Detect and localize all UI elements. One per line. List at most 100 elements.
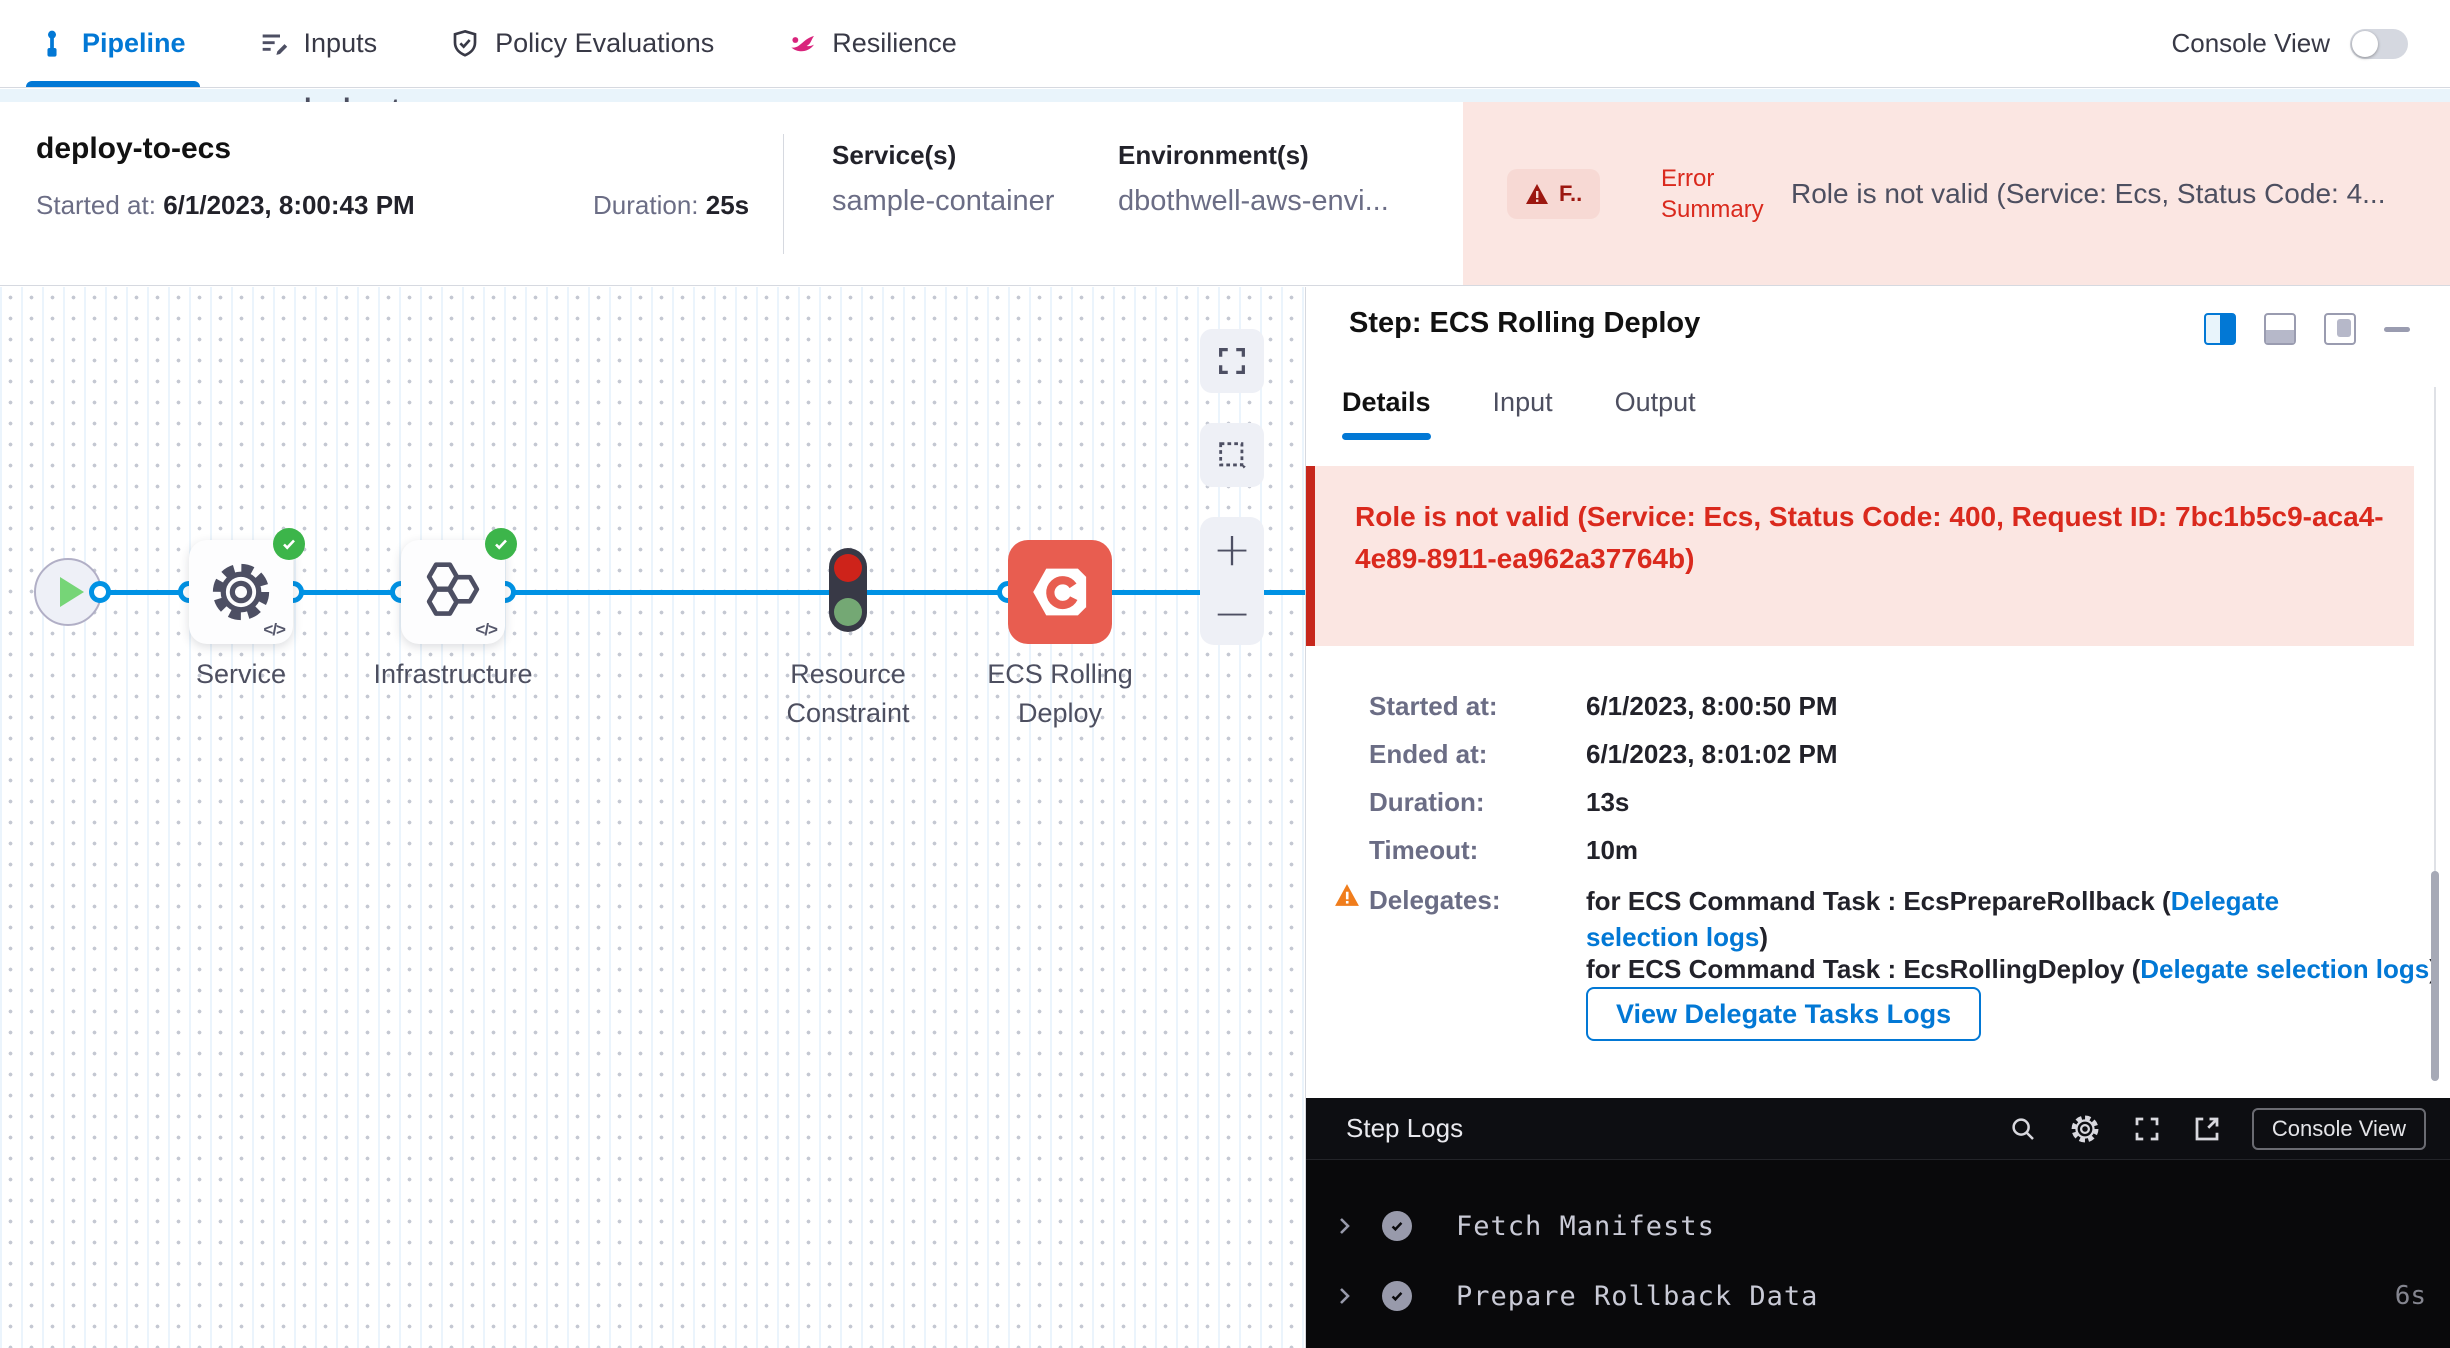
fullscreen-icon [1215, 344, 1249, 378]
layout-bottom-panel-button[interactable] [2264, 313, 2296, 345]
console-view-toggle[interactable] [2350, 29, 2408, 59]
step-logs-body: Fetch Manifests Prepare Rollback Data 6s [1306, 1160, 2450, 1348]
open-in-new-icon[interactable] [2192, 1114, 2222, 1144]
delegate-selection-logs-link[interactable]: Delegate selection logs [2140, 954, 2429, 984]
console-view-group: Console View [2171, 28, 2408, 59]
failed-badge-text: F.. [1559, 181, 1582, 207]
toggle-knob [2352, 31, 2378, 57]
tab-inputs[interactable]: Inputs [258, 0, 378, 87]
detail-value: 6/1/2023, 8:00:50 PM [1586, 691, 1838, 722]
node-label-ecs-rolling-deploy: ECS Rolling Deploy [980, 655, 1140, 733]
resilience-icon [786, 28, 818, 60]
execution-header: deploy-to-ecs Started at: 6/1/2023, 8:00… [0, 102, 2450, 286]
duration: Duration: 25s [593, 190, 749, 221]
infrastructure-hexagons-icon [416, 555, 490, 629]
delegate-text: for ECS Command Task : EcsRollingDeploy … [1586, 954, 2140, 984]
pipeline-canvas[interactable]: </> Service </> Infrastructure [0, 287, 1305, 1348]
node-ecs-rolling-deploy[interactable] [1008, 540, 1112, 644]
panel-scrollbar-thumb[interactable] [2431, 871, 2439, 1081]
tab-policy-evaluations[interactable]: Policy Evaluations [449, 0, 714, 87]
detail-label: Timeout: [1369, 835, 1478, 866]
node-label-resource-constraint: Resource Constraint [758, 655, 938, 733]
canvas-fullscreen-button[interactable] [1200, 329, 1264, 393]
tab-pipeline[interactable]: Pipeline [36, 0, 186, 87]
log-success-check-icon [1382, 1281, 1412, 1311]
panel-tabs: Details Input Output [1342, 387, 1696, 440]
log-settings-gear-icon[interactable] [2068, 1112, 2102, 1146]
layout-right-panel-button[interactable] [2204, 313, 2236, 345]
log-section-row[interactable]: Fetch Manifests [1332, 1204, 2426, 1248]
failed-warning-icon [1525, 183, 1549, 205]
node-service[interactable]: </> [189, 540, 293, 644]
node-label-service: Service [141, 655, 341, 694]
started-label: Started at: [36, 190, 156, 220]
step-detail-panel: Step: ECS Rolling Deploy Details Input O… [1305, 287, 2450, 1348]
step-logs-panel: Step Logs [1306, 1098, 2450, 1348]
chevron-right-icon[interactable] [1332, 1214, 1356, 1238]
delegate-text: for ECS Command Task : EcsPrepareRollbac… [1586, 886, 2171, 916]
layout-fill [2220, 315, 2234, 343]
node-resource-constraint[interactable] [829, 548, 867, 632]
delegates-warning-icon [1334, 883, 1360, 907]
view-delegate-tasks-logs-button[interactable]: View Delegate Tasks Logs [1586, 987, 1981, 1041]
zoom-out-button[interactable]: − [1213, 587, 1252, 639]
log-section-title: Fetch Manifests [1456, 1211, 1715, 1242]
panel-layout-controls [2204, 313, 2410, 345]
logs-console-view-button[interactable]: Console View [2252, 1108, 2426, 1150]
log-section-row[interactable]: Prepare Rollback Data 6s [1332, 1274, 2426, 1318]
log-fullscreen-icon[interactable] [2132, 1114, 2162, 1144]
node-infrastructure[interactable]: </> [401, 540, 505, 644]
delegates-label: Delegates: [1369, 885, 1501, 916]
active-tab-underline [26, 81, 200, 87]
tab-label: Input [1493, 387, 1553, 417]
detail-value: 10m [1586, 835, 1638, 866]
environments-label: Environment(s) [1118, 140, 1389, 171]
node-label-infrastructure: Infrastructure [353, 655, 553, 694]
tab-details[interactable]: Details [1342, 387, 1431, 440]
canvas-selection-button[interactable] [1200, 423, 1264, 487]
active-tab-underline [1342, 433, 1431, 440]
step-error-banner: Role is not valid (Service: Ecs, Status … [1306, 466, 2414, 646]
delegate-entry: for ECS Command Task : EcsRollingDeploy … [1586, 951, 2438, 987]
top-nav: Pipeline Inputs Policy Evaluations Resil… [0, 0, 2450, 88]
step-logs-header: Step Logs [1306, 1098, 2450, 1160]
chevron-right-icon[interactable] [1332, 1284, 1356, 1308]
canvas-zoom-controls: + − [1200, 517, 1264, 645]
detail-value: 6/1/2023, 8:01:02 PM [1586, 739, 1838, 770]
duration-value: 25s [706, 190, 749, 220]
traffic-light-green [834, 598, 862, 626]
connection-point[interactable] [89, 581, 111, 603]
failed-status-badge: F.. [1507, 169, 1600, 219]
scrolled-content-strip: deploy-to-ecs [0, 89, 2450, 102]
detail-value: 13s [1586, 787, 1629, 818]
started-value: 6/1/2023, 8:00:43 PM [163, 190, 415, 220]
environments-block: Environment(s) dbothwell-aws-envi... [1118, 140, 1389, 218]
zoom-in-button[interactable]: + [1213, 523, 1252, 575]
search-icon[interactable] [2008, 1114, 2038, 1144]
tab-output[interactable]: Output [1615, 387, 1696, 440]
tab-label: Policy Evaluations [495, 28, 714, 59]
delegate-entry: for ECS Command Task : EcsPrepareRollbac… [1586, 883, 2346, 955]
success-check-icon [273, 528, 305, 560]
header-divider [783, 134, 784, 254]
delegate-text: ) [1759, 922, 1768, 952]
started-at: Started at: 6/1/2023, 8:00:43 PM [36, 190, 415, 221]
service-gear-icon [204, 555, 278, 629]
layout-floating-panel-button[interactable] [2324, 313, 2356, 345]
environments-value[interactable]: dbothwell-aws-envi... [1118, 185, 1389, 218]
log-section-duration: 6s [2395, 1281, 2426, 1311]
log-success-check-icon [1382, 1211, 1412, 1241]
tab-label: Resilience [832, 28, 957, 59]
tab-input[interactable]: Input [1493, 387, 1553, 440]
main-area: </> Service </> Infrastructure [0, 287, 2450, 1348]
services-block: Service(s) sample-container [832, 140, 1054, 218]
services-value[interactable]: sample-container [832, 185, 1054, 218]
tab-label: Details [1342, 387, 1431, 417]
tab-resilience[interactable]: Resilience [786, 0, 957, 87]
panel-minimize-button[interactable] [2384, 327, 2410, 332]
step-logs-title: Step Logs [1346, 1113, 1463, 1144]
detail-label: Ended at: [1369, 739, 1487, 770]
duration-label: Duration: [593, 190, 699, 220]
tab-label: Pipeline [82, 28, 186, 59]
error-summary-label: Error Summary [1661, 163, 1791, 225]
